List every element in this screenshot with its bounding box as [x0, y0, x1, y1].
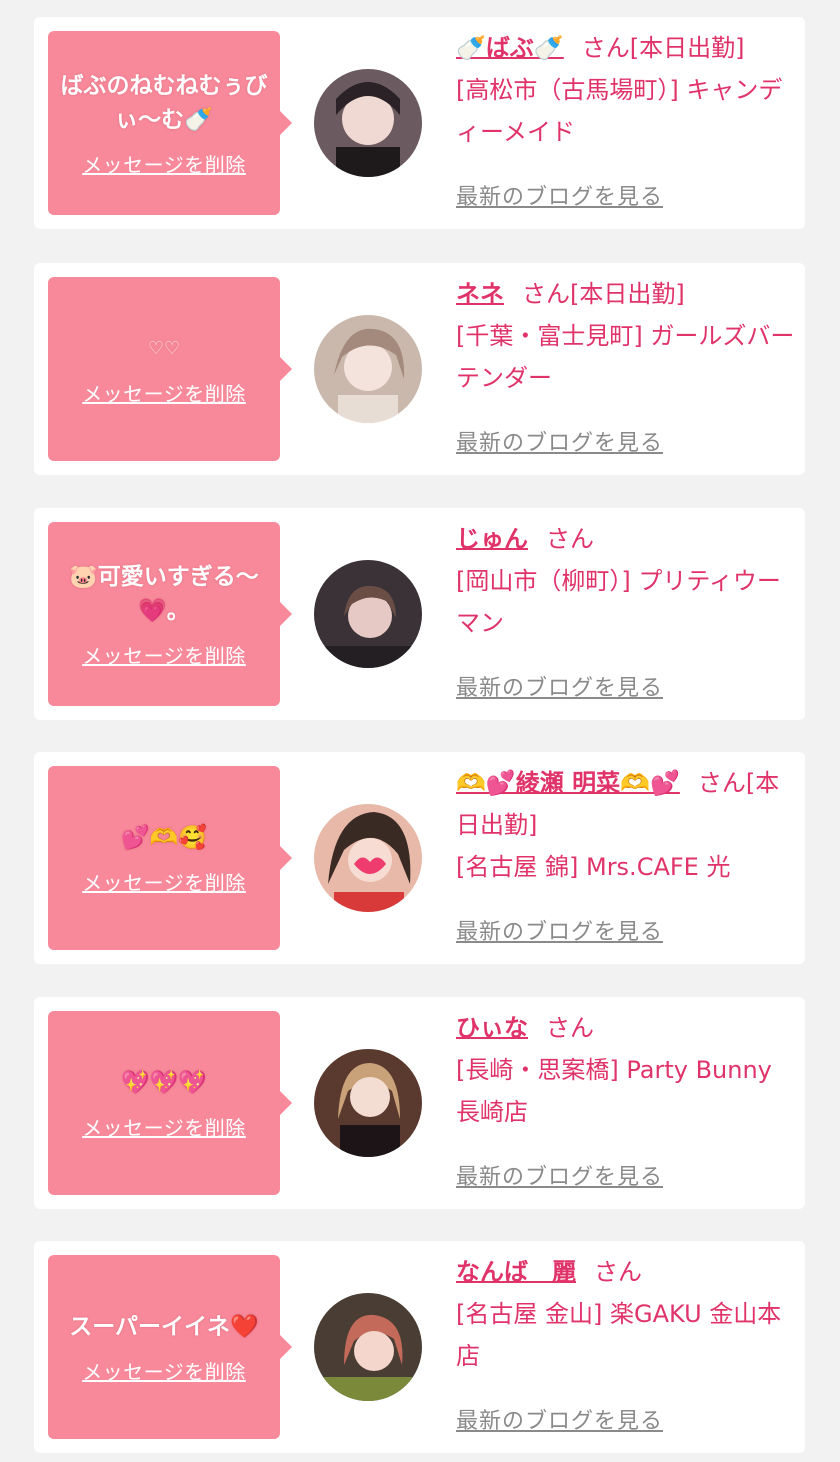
avatar[interactable]: [314, 1293, 422, 1401]
avatar[interactable]: [314, 560, 422, 668]
status-badge: [本日出勤]: [629, 34, 745, 62]
message-bubble: 🐷可愛いすぎる〜💗。 メッセージを削除: [48, 522, 292, 706]
shop-info: [岡山市（柳町）] プリティウーマン: [456, 567, 781, 637]
list-item: ばぶのねむねむぅびぃ〜む🍼 メッセージを削除 🍼ばぶ🍼 さん[本日出勤] [高松市…: [34, 17, 805, 229]
name-link[interactable]: じゅん: [456, 525, 528, 553]
honorific: さん: [594, 1258, 642, 1286]
profile-info: 🍼ばぶ🍼 さん[本日出勤] [高松市（古馬場町）] キャンディーメイド: [456, 27, 796, 153]
list-item: 🐷可愛いすぎる〜💗。 メッセージを削除 じゅん さん [岡山市（柳町）] プリティ…: [34, 508, 805, 720]
name-link[interactable]: ネネ: [456, 280, 504, 308]
delete-message-link[interactable]: メッセージを削除: [82, 1112, 246, 1141]
shop-info: [千葉・富士見町] ガールズバー テンダー: [456, 322, 795, 392]
shop-info: [長崎・思案橋] Party Bunny 長崎店: [456, 1056, 772, 1126]
honorific: さん: [522, 280, 570, 308]
list-item: 💕🫶🥰 メッセージを削除 🫶💕綾瀬 明菜🫶💕 さん[本日出勤] [名古屋 錦] M…: [34, 752, 805, 964]
profile-info: じゅん さん [岡山市（柳町）] プリティウーマン: [456, 518, 796, 644]
delete-message-link[interactable]: メッセージを削除: [82, 149, 246, 178]
message-bubble: 💕🫶🥰 メッセージを削除: [48, 766, 292, 950]
name-link[interactable]: ひぃな: [456, 1014, 528, 1042]
list-item: ♡♡ メッセージを削除 ネネ さん[本日出勤] [千葉・富士見町] ガールズバー …: [34, 263, 805, 475]
honorific: さん: [581, 34, 630, 62]
avatar[interactable]: [314, 1049, 422, 1157]
honorific: さん: [546, 1014, 594, 1042]
latest-blog-link[interactable]: 最新のブログを見る: [456, 179, 663, 211]
message-bubble: ♡♡ メッセージを削除: [48, 277, 292, 461]
message-text: 💕🫶🥰: [121, 824, 207, 851]
name-link[interactable]: 🫶💕綾瀬 明菜🫶💕: [456, 769, 680, 797]
delete-message-link[interactable]: メッセージを削除: [82, 1356, 246, 1385]
message-bubble: ばぶのねむねむぅびぃ〜む🍼 メッセージを削除: [48, 31, 292, 215]
name-link[interactable]: 🍼ばぶ🍼: [456, 34, 564, 62]
message-text: 🐷可愛いすぎる〜💗。: [69, 563, 259, 624]
latest-blog-link[interactable]: 最新のブログを見る: [456, 670, 663, 702]
message-bubble: スーパーイイネ❤️ メッセージを削除: [48, 1255, 292, 1439]
latest-blog-link[interactable]: 最新のブログを見る: [456, 425, 663, 457]
avatar[interactable]: [314, 69, 422, 177]
message-list: ばぶのねむねむぅびぃ〜む🍼 メッセージを削除 🍼ばぶ🍼 さん[本日出勤] [高松市…: [0, 0, 840, 1462]
delete-message-link[interactable]: メッセージを削除: [82, 378, 246, 407]
profile-info: ひぃな さん [長崎・思案橋] Party Bunny 長崎店: [456, 1007, 796, 1133]
message-text: 💖💖💖: [121, 1069, 207, 1096]
shop-info: [高松市（古馬場町）] キャンディーメイド: [456, 76, 783, 146]
latest-blog-link[interactable]: 最新のブログを見る: [456, 914, 663, 946]
avatar[interactable]: [314, 804, 422, 912]
message-bubble: 💖💖💖 メッセージを削除: [48, 1011, 292, 1195]
honorific: さん: [697, 769, 746, 797]
message-text: スーパーイイネ❤️: [69, 1313, 259, 1340]
profile-info: ネネ さん[本日出勤] [千葉・富士見町] ガールズバー テンダー: [456, 273, 796, 399]
latest-blog-link[interactable]: 最新のブログを見る: [456, 1403, 663, 1435]
status-badge: [本日出勤]: [570, 280, 685, 308]
delete-message-link[interactable]: メッセージを削除: [82, 867, 246, 896]
honorific: さん: [546, 525, 594, 553]
message-text: ばぶのねむねむぅびぃ〜む🍼: [60, 72, 268, 133]
latest-blog-link[interactable]: 最新のブログを見る: [456, 1159, 663, 1191]
shop-info: [名古屋 錦] Mrs.CAFE 光: [456, 853, 731, 881]
profile-info: なんば 麗さん [名古屋 金山] 楽GAKU 金山本店: [456, 1251, 796, 1377]
name-link[interactable]: なんば 麗: [456, 1258, 576, 1286]
list-item: 💖💖💖 メッセージを削除 ひぃな さん [長崎・思案橋] Party Bunny …: [34, 997, 805, 1209]
message-text: ♡♡: [147, 337, 181, 359]
shop-info: [名古屋 金山] 楽GAKU 金山本店: [456, 1300, 782, 1370]
avatar[interactable]: [314, 315, 422, 423]
delete-message-link[interactable]: メッセージを削除: [82, 640, 246, 669]
profile-info: 🫶💕綾瀬 明菜🫶💕 さん[本日出勤] [名古屋 錦] Mrs.CAFE 光: [456, 762, 796, 888]
list-item: スーパーイイネ❤️ メッセージを削除 なんば 麗さん [名古屋 金山] 楽GAK…: [34, 1241, 805, 1453]
